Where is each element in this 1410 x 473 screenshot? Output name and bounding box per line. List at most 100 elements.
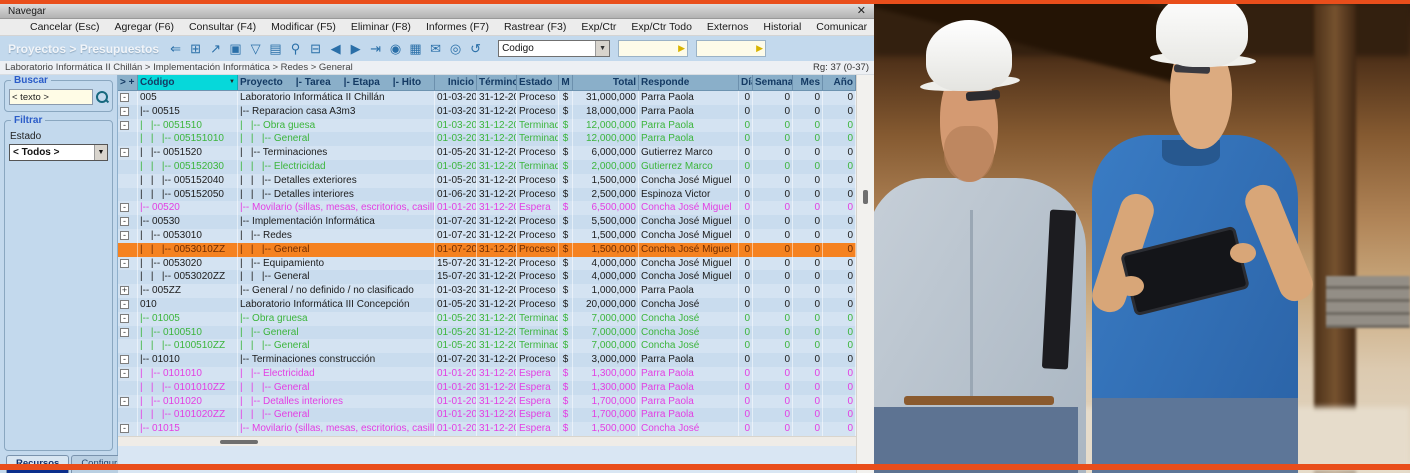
table-row[interactable]: -| |-- 0101020| |-- Detalles interiores0… (118, 395, 856, 409)
header-expand[interactable]: > + (118, 75, 138, 90)
table-row[interactable]: | | |-- 0101020ZZ| | |-- General01-01-20… (118, 408, 856, 422)
chevron-down-icon[interactable]: ▼ (94, 145, 107, 160)
collapse-icon[interactable]: - (120, 369, 129, 378)
back-icon[interactable]: ⇐ (167, 40, 184, 57)
table-row[interactable]: | | |-- 005152050| | |-- Detalles interi… (118, 188, 856, 202)
scrollbar-thumb[interactable] (220, 440, 258, 444)
table-row[interactable]: -|-- 01005|-- Obra gruesa01-05-201731-12… (118, 312, 856, 326)
collapse-icon[interactable]: - (120, 314, 129, 323)
collapse-icon[interactable]: - (120, 328, 129, 337)
menu-item-rastrear-f[interactable]: Rastrear (F3) (504, 21, 566, 33)
table-row[interactable]: -| |-- 0053020| |-- Equipamiento15-07-20… (118, 257, 856, 271)
menu-item-comunicar[interactable]: Comunicar (816, 21, 867, 33)
view-icon[interactable]: ◉ (387, 40, 404, 57)
collapse-icon[interactable]: - (120, 397, 129, 406)
horizontal-scrollbar[interactable] (118, 436, 856, 446)
header-proyecto[interactable]: Proyecto|- Tarea|- Etapa|- Hito (238, 75, 435, 90)
table-row[interactable]: +|-- 005ZZ|-- General / no definido / no… (118, 284, 856, 298)
table-row[interactable]: -| |-- 0100510| |-- General01-05-201731-… (118, 326, 856, 340)
vertical-scrollbar[interactable] (856, 75, 874, 473)
collapse-icon[interactable]: - (120, 203, 129, 212)
cell-cur: $ (559, 408, 573, 422)
table-row[interactable]: | | |-- 0053020ZZ| | |-- General15-07-20… (118, 270, 856, 284)
header-termino[interactable]: Término (477, 75, 517, 90)
chevron-down-icon[interactable]: ▼ (595, 41, 609, 56)
go-to-end-icon[interactable]: ⇥ (367, 40, 384, 57)
go-arrow-icon[interactable]: ▶ (756, 43, 763, 54)
search-value-field-1[interactable]: ▶ (618, 40, 688, 57)
table-row[interactable]: -|-- 01015|-- Movilario (sillas, mesas, … (118, 422, 856, 436)
collapse-icon[interactable]: - (120, 300, 129, 309)
print-icon[interactable]: ▤ (267, 40, 284, 57)
table-row[interactable]: -| |-- 0051510| |-- Obra guesa01-03-2017… (118, 119, 856, 133)
menu-item-cancelar-esc[interactable]: Cancelar (Esc) (30, 21, 99, 33)
collapse-icon[interactable]: - (120, 424, 129, 433)
menu-item-agregar-f[interactable]: Agregar (F6) (114, 21, 174, 33)
table-row[interactable]: -005Laboratorio Informática II Chillán01… (118, 91, 856, 105)
table-row[interactable]: -|-- 00515|-- Reparacion casa A3m301-03-… (118, 105, 856, 119)
cell-name: | | |-- General (238, 270, 435, 284)
header-mes[interactable]: Mes (793, 75, 823, 90)
collapse-icon[interactable]: - (120, 121, 129, 130)
header-responde[interactable]: Responde (639, 75, 739, 90)
table-row[interactable]: | | |-- 005151010| | |-- General01-03-20… (118, 132, 856, 146)
header-codigo[interactable]: Código▼ (138, 75, 238, 90)
estado-select[interactable]: < Todos > ▼ (9, 144, 108, 161)
menu-item-exp-ctr-todo[interactable]: Exp/Ctr Todo (631, 21, 692, 33)
collapse-icon[interactable]: - (120, 231, 129, 240)
header-dia[interactable]: Día (739, 75, 753, 90)
table-row[interactable]: -| |-- 0051520| |-- Terminaciones01-05-2… (118, 146, 856, 160)
header-moneda[interactable]: M (559, 75, 573, 90)
prev-record-icon[interactable]: ◀ (327, 40, 344, 57)
collapse-icon[interactable]: - (120, 148, 129, 157)
add-record-icon[interactable]: ⊞ (187, 40, 204, 57)
menu-item-modificar-f[interactable]: Modificar (F5) (271, 21, 336, 33)
delete-filter-icon[interactable]: ▽ (247, 40, 264, 57)
table-row[interactable]: -010Laboratorio Informática III Concepci… (118, 298, 856, 312)
table-row[interactable]: -| |-- 0053010| |-- Redes01-07-201731-12… (118, 229, 856, 243)
history-icon[interactable]: ↺ (467, 40, 484, 57)
menu-item-informes-f[interactable]: Informes (F7) (426, 21, 489, 33)
expand-icon[interactable]: + (120, 286, 129, 295)
table-row-selected[interactable]: | | |-- 0053010ZZ| | |-- General01-07-20… (118, 243, 856, 257)
header-estado[interactable]: Estado (517, 75, 559, 90)
menu-item-externos[interactable]: Externos (707, 21, 748, 33)
menu-item-eliminar-f[interactable]: Eliminar (F8) (351, 21, 411, 33)
collapse-icon[interactable]: - (120, 217, 129, 226)
search-icon[interactable]: ⚲ (287, 40, 304, 57)
cell-code: | |-- 0101020 (138, 395, 238, 409)
table-row[interactable]: -|-- 00520|-- Movilario (sillas, mesas, … (118, 201, 856, 215)
table-row[interactable]: -| |-- 0101010| |-- Electricidad01-01-20… (118, 367, 856, 381)
table-row[interactable]: -|-- 00530|-- Implementación Informática… (118, 215, 856, 229)
modules-icon[interactable]: ▦ (407, 40, 424, 57)
search-value-field-2[interactable]: ▶ (696, 40, 766, 57)
header-semana[interactable]: Semana (753, 75, 793, 90)
search-input[interactable] (9, 89, 93, 105)
close-icon[interactable]: ✕ (857, 6, 866, 16)
comment-icon[interactable]: ✉ (427, 40, 444, 57)
collapse-icon[interactable]: - (120, 355, 129, 364)
scrollbar-thumb[interactable] (863, 190, 868, 204)
header-inicio[interactable]: Inicio (435, 75, 477, 90)
table-row[interactable]: | | |-- 005152030| | |-- Electricidad01-… (118, 160, 856, 174)
header-ano[interactable]: Año (823, 75, 856, 90)
collapse-icon[interactable]: - (120, 107, 129, 116)
menu-item-exp-ctr[interactable]: Exp/Ctr (581, 21, 616, 33)
collapse-icon[interactable]: - (120, 93, 129, 102)
table-row[interactable]: | | |-- 0101010ZZ| | |-- General01-01-20… (118, 381, 856, 395)
next-record-icon[interactable]: ▶ (347, 40, 364, 57)
target-icon[interactable]: ◎ (447, 40, 464, 57)
go-arrow-icon[interactable]: ▶ (678, 43, 685, 54)
copy-record-icon[interactable]: ▣ (227, 40, 244, 57)
collapse-icon[interactable]: ⊟ (307, 40, 324, 57)
search-icon[interactable] (96, 91, 108, 103)
search-column-select[interactable]: Codigo ▼ (498, 40, 610, 57)
table-row[interactable]: -|-- 01010|-- Terminaciones construcción… (118, 353, 856, 367)
menu-item-consultar-f[interactable]: Consultar (F4) (189, 21, 256, 33)
table-row[interactable]: | | |-- 0100510ZZ| | |-- General01-05-20… (118, 339, 856, 353)
menu-item-historial[interactable]: Historial (763, 21, 801, 33)
export-record-icon[interactable]: ↗ (207, 40, 224, 57)
collapse-icon[interactable]: - (120, 259, 129, 268)
table-row[interactable]: | | |-- 005152040| | |-- Detalles exteri… (118, 174, 856, 188)
header-total[interactable]: Total (573, 75, 639, 90)
